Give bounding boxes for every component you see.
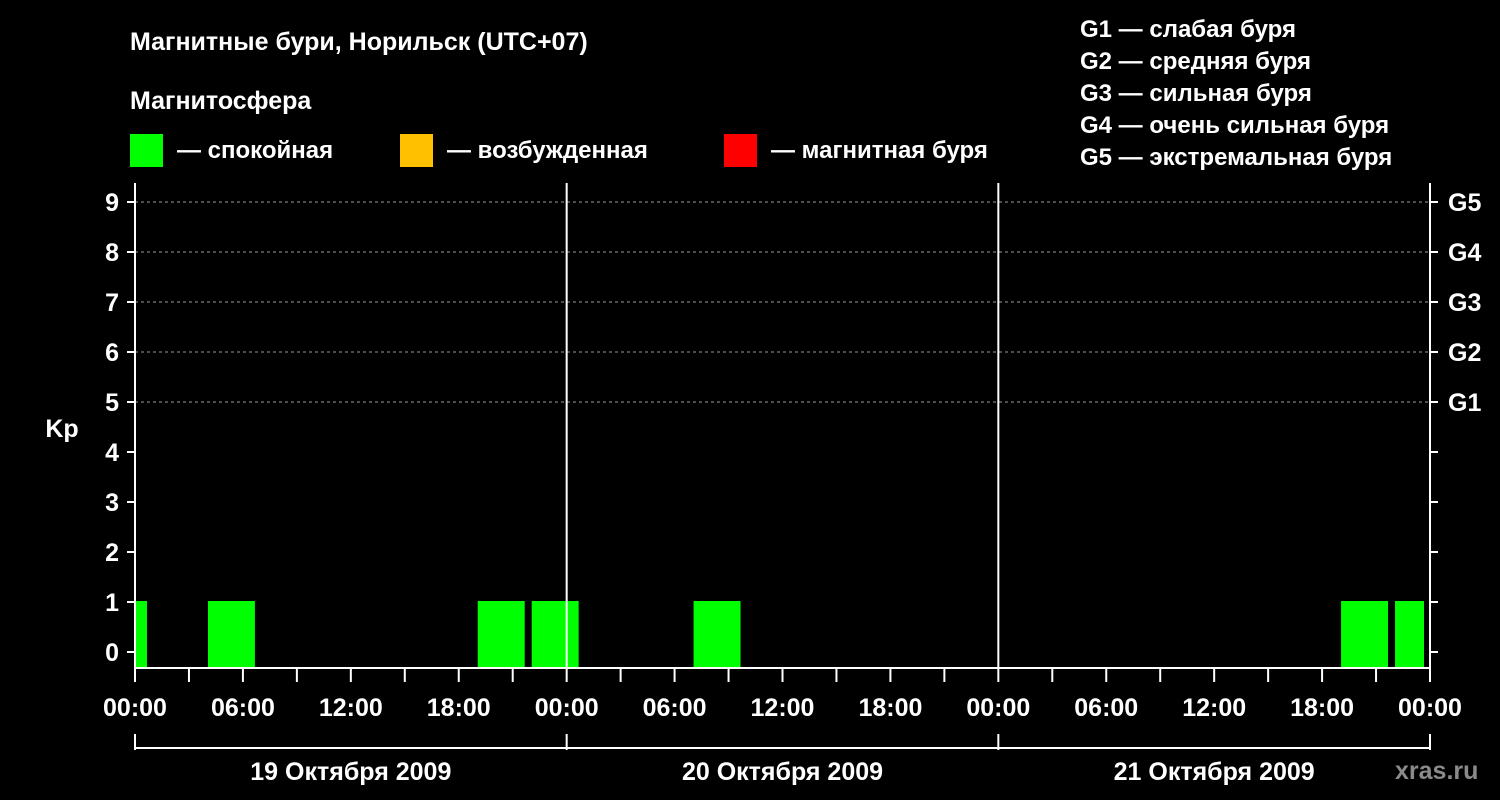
x-tick-label-2: 12:00: [319, 694, 383, 722]
chart-title: Магнитные бури, Норильск (UTC+07): [130, 28, 588, 56]
legend-label-1: — возбужденная: [447, 137, 648, 164]
legend-swatch-1: [400, 134, 433, 167]
g-legend-item-G4: G4 — очень сильная буря: [1080, 112, 1389, 139]
kp-bar-3: [531, 601, 579, 668]
y-tick-label-2: 2: [105, 539, 119, 567]
x-tick-label-1: 06:00: [211, 694, 275, 722]
kp-chart: Магнитные бури, Норильск (UTC+07) Магнит…: [45, 16, 1481, 786]
kp-bar-2: [477, 601, 525, 668]
kp-bar-1: [207, 601, 255, 668]
x-tick-label-9: 06:00: [1074, 694, 1138, 722]
kp-bar-6: [1395, 601, 1424, 668]
x-tick-label-4: 00:00: [535, 694, 599, 722]
g-label-G5: G5: [1448, 189, 1481, 217]
x-tick-label-12: 00:00: [1398, 694, 1462, 722]
kp-bar-4: [693, 601, 741, 668]
day-label-2: 21 Октября 2009: [1114, 758, 1315, 786]
x-tick-label-10: 12:00: [1182, 694, 1246, 722]
legend-heading: Магнитосфера: [130, 87, 312, 115]
kp-bar-0: [136, 601, 147, 668]
g-legend-item-G5: G5 — экстремальная буря: [1080, 144, 1392, 171]
y-tick-label-1: 1: [105, 589, 119, 617]
legend-swatch-0: [130, 134, 163, 167]
g-label-G3: G3: [1448, 289, 1481, 317]
y-tick-label-8: 8: [105, 239, 119, 267]
watermark: xras.ru: [1395, 757, 1478, 785]
x-tick-label-5: 06:00: [643, 694, 707, 722]
g-legend-item-G3: G3 — сильная буря: [1080, 80, 1312, 107]
plot-area: 0 1 2 3 4 5 6 7 8 9 G1 G2 G3 G4 G5 00:00 06:00 12:00 18:00…: [103, 183, 1481, 786]
g-legend-item-G1: G1 — слабая буря: [1080, 16, 1296, 43]
y-tick-label-0: 0: [105, 639, 119, 667]
y-tick-label-4: 4: [105, 439, 119, 467]
legend-label-2: — магнитная буря: [771, 137, 988, 164]
g-label-G1: G1: [1448, 389, 1481, 417]
day-label-1: 20 Октября 2009: [682, 758, 883, 786]
x-tick-label-11: 18:00: [1290, 694, 1354, 722]
day-label-0: 19 Октября 2009: [250, 758, 451, 786]
color-legend: — спокойная — возбужденная — магнитная бур…: [130, 134, 988, 167]
y-tick-label-9: 9: [105, 189, 119, 217]
y-tick-label-7: 7: [105, 289, 119, 317]
x-tick-label-3: 18:00: [427, 694, 491, 722]
x-tick-label-0: 00:00: [103, 694, 167, 722]
g-label-G2: G2: [1448, 339, 1481, 367]
x-tick-label-8: 00:00: [966, 694, 1030, 722]
g-legend-item-G2: G2 — средняя буря: [1080, 48, 1311, 75]
x-tick-label-7: 18:00: [858, 694, 922, 722]
x-tick-label-6: 12:00: [751, 694, 815, 722]
y-tick-label-6: 6: [105, 339, 119, 367]
g-scale-legend: G1 — слабая буря G2 — средняя буря G3 — си…: [1080, 16, 1392, 171]
y-tick-label-3: 3: [105, 489, 119, 517]
y-tick-label-5: 5: [105, 389, 119, 417]
kp-bar-5: [1341, 601, 1389, 668]
legend-label-0: — спокойная: [177, 137, 333, 164]
legend-swatch-2: [724, 134, 757, 167]
g-label-G4: G4: [1448, 239, 1481, 267]
y-axis-label: Kp: [45, 415, 78, 443]
